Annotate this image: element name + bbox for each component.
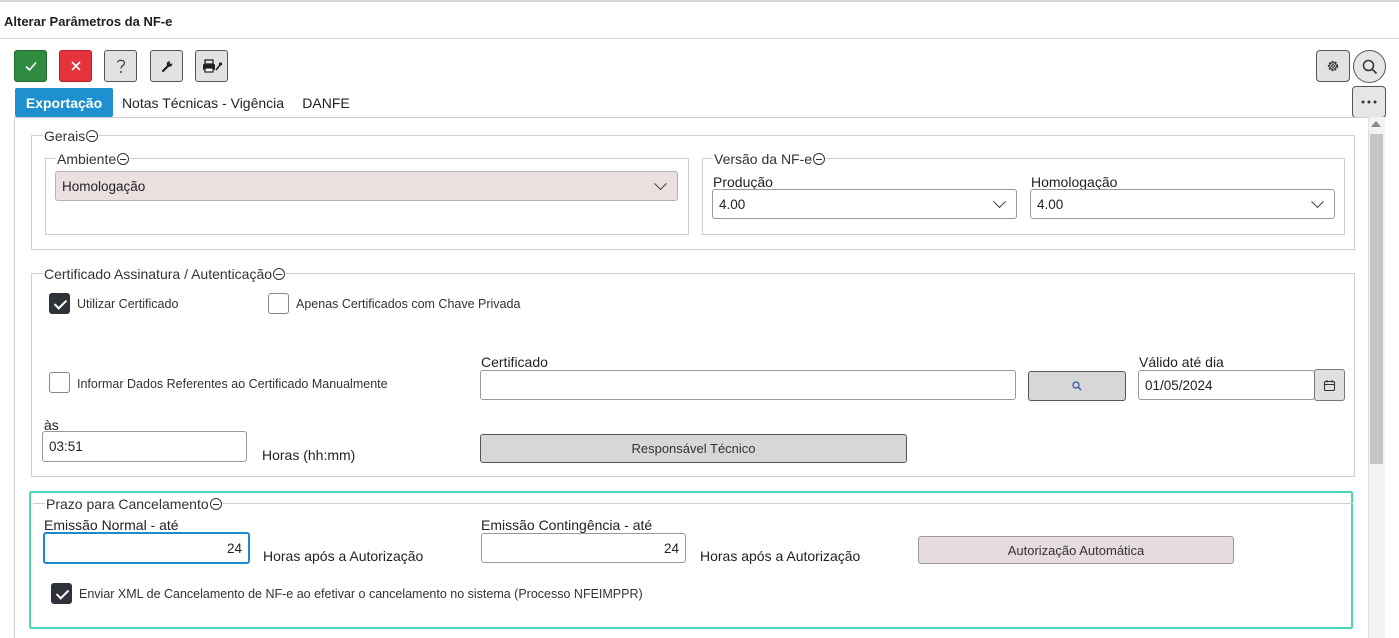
more-icon (1361, 100, 1377, 104)
collapse-ambiente-icon[interactable] (117, 153, 130, 165)
responsavel-tecnico-button[interactable]: Responsável Técnico (480, 434, 907, 463)
chevron-down-icon (654, 177, 667, 191)
homologacao-label: Homologação (1031, 174, 1118, 190)
help-button[interactable] (104, 50, 137, 82)
chevron-down-icon (1311, 195, 1324, 209)
prazo-fieldset (33, 503, 1353, 627)
cancel-button[interactable] (59, 50, 92, 82)
enviar-xml-checkbox[interactable] (51, 583, 72, 604)
tab-exportacao[interactable]: Exportação (15, 88, 113, 117)
search-icon (1362, 59, 1377, 74)
apenas-chave-privada-checkbox[interactable] (268, 293, 289, 314)
close-icon (70, 61, 81, 71)
gear-icon (1327, 60, 1339, 72)
homologacao-select-value: 4.00 (1037, 196, 1064, 212)
gerais-legend-text: Gerais (44, 128, 86, 144)
print-button[interactable] (195, 50, 228, 82)
hora-input[interactable]: 03:51 (42, 431, 247, 462)
printer-icon (202, 59, 222, 73)
collapse-prazo-icon[interactable] (209, 498, 222, 510)
certificado-legend-text: Certificado Assinatura / Autenticação (44, 266, 273, 282)
confirm-button[interactable] (14, 50, 47, 82)
emissao-normal-suffix: Horas após a Autorização (263, 548, 424, 564)
wrench-icon (161, 61, 172, 73)
apenas-chave-privada-label: Apenas Certificados com Chave Privada (296, 297, 521, 311)
producao-select-value: 4.00 (719, 196, 746, 212)
chevron-down-icon (993, 195, 1006, 209)
valido-ate-label: Válido até dia (1139, 354, 1224, 370)
scroll-up-arrow-icon[interactable] (1371, 121, 1381, 127)
settings-button[interactable] (1316, 50, 1350, 82)
title-bar: Alterar Parâmetros da NF-e (0, 2, 1399, 39)
emissao-contingencia-input[interactable]: 24 (481, 533, 686, 563)
producao-label: Produção (713, 174, 773, 190)
certificado-input[interactable] (480, 370, 1016, 400)
tools-button[interactable] (150, 50, 183, 82)
search-button[interactable] (1353, 50, 1386, 83)
certificado-legend: Certificado Assinatura / Autenticação (43, 266, 287, 282)
horas-format-label: Horas (hh:mm) (262, 447, 356, 463)
prazo-legend-text: Prazo para Cancelamento (46, 496, 209, 512)
emissao-normal-label: Emissão Normal - até (44, 517, 179, 533)
utilizar-certificado-label: Utilizar Certificado (77, 297, 179, 311)
certificado-search-button[interactable] (1028, 371, 1126, 401)
enviar-xml-label: Enviar XML de Cancelamento de NF-e ao ef… (79, 587, 643, 601)
calendar-icon (1323, 379, 1336, 391)
versao-legend-text: Versão da NF-e (714, 151, 813, 167)
collapse-certificado-icon[interactable] (273, 268, 286, 280)
ambiente-legend-text: Ambiente (57, 151, 117, 167)
collapse-gerais-icon[interactable] (86, 130, 99, 142)
collapse-versao-icon[interactable] (813, 153, 826, 165)
scrollbar-thumb[interactable] (1370, 134, 1383, 464)
window-title: Alterar Parâmetros da NF-e (4, 14, 173, 29)
more-options-button[interactable] (1352, 86, 1386, 118)
informar-manual-label: Informar Dados Referentes ao Certificado… (77, 377, 388, 391)
ambiente-select[interactable]: Homologação (55, 171, 678, 201)
emissao-contingencia-label: Emissão Contingência - até (481, 517, 653, 533)
certificado-label: Certificado (481, 354, 548, 370)
question-icon (116, 59, 125, 73)
producao-select[interactable]: 4.00 (712, 189, 1017, 219)
prazo-legend: Prazo para Cancelamento (45, 496, 223, 512)
tab-notas-tecnicas[interactable]: Notas Técnicas - Vigência (120, 88, 286, 117)
emissao-normal-input[interactable]: 24 (43, 532, 250, 564)
informar-manual-checkbox[interactable] (49, 372, 70, 393)
utilizar-certificado-checkbox[interactable] (49, 293, 70, 314)
versao-legend: Versão da NF-e (713, 151, 827, 167)
calendar-button[interactable] (1314, 369, 1345, 401)
valido-ate-input[interactable]: 01/05/2024 (1138, 370, 1315, 400)
search-small-icon (1072, 381, 1082, 391)
autorizacao-automatica-button[interactable]: Autorização Automática (918, 536, 1234, 564)
tab-danfe[interactable]: DANFE (296, 88, 356, 117)
ambiente-legend: Ambiente (56, 151, 131, 167)
homologacao-select[interactable]: 4.00 (1030, 189, 1335, 219)
check-icon (24, 61, 37, 72)
gerais-legend: Gerais (43, 128, 100, 144)
emissao-contingencia-suffix: Horas após a Autorização (700, 548, 861, 564)
ambiente-select-value: Homologação (62, 178, 146, 194)
